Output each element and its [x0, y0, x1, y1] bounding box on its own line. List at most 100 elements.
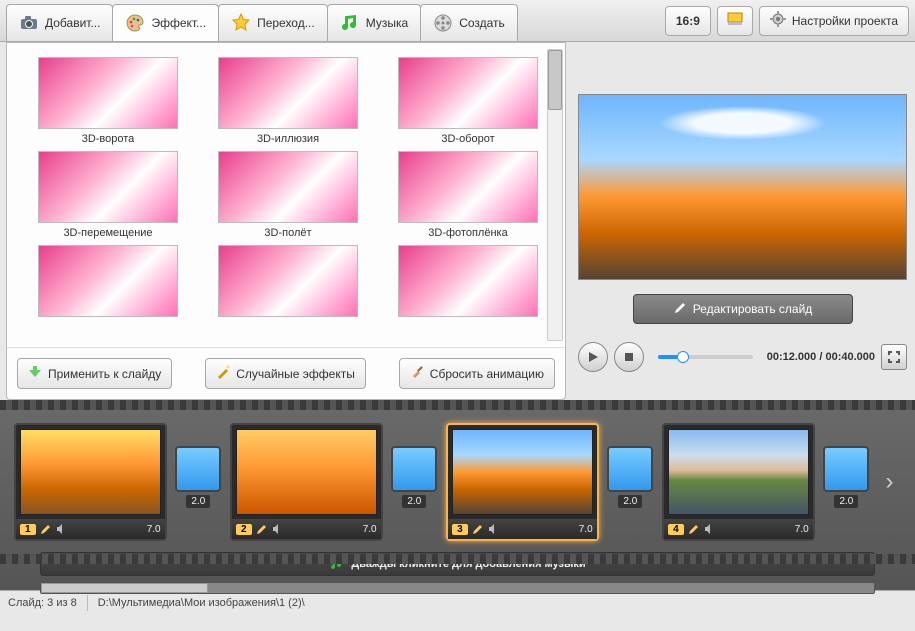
- reset-animation-button[interactable]: Сбросить анимацию: [399, 358, 555, 389]
- effect-item[interactable]: 3D-ворота: [33, 57, 183, 145]
- status-slide: Слайд: 3 из 8: [8, 597, 77, 609]
- effect-label: 3D-фотоплёнка: [428, 227, 507, 239]
- tab-label: Создать: [459, 16, 505, 30]
- preview-decor: [644, 103, 840, 143]
- transition[interactable]: 2.0: [605, 446, 656, 518]
- preview-image: [578, 94, 907, 280]
- wand-icon: [216, 365, 230, 382]
- transition[interactable]: 2.0: [389, 446, 440, 518]
- separator: [87, 595, 88, 611]
- effect-label: 3D-оборот: [441, 133, 494, 145]
- slide-number: 4: [668, 524, 684, 535]
- timeline: 17.02.027.02.037.02.047.02.0› Дважды кли…: [0, 400, 915, 590]
- time-slider[interactable]: [658, 355, 753, 359]
- pencil-icon: [256, 523, 268, 535]
- tab-label: Эффект...: [151, 16, 206, 30]
- random-effects-button[interactable]: Случайные эффекты: [205, 358, 366, 389]
- slider-handle[interactable]: [677, 351, 689, 363]
- effect-thumb: [218, 57, 358, 129]
- slide-number: 2: [236, 524, 252, 535]
- scrollbar-thumb[interactable]: [41, 583, 208, 593]
- fullscreen-button[interactable]: [881, 344, 907, 370]
- player-controls: 00:12.000 / 00:40.000: [578, 342, 907, 372]
- broom-icon: [410, 365, 424, 382]
- stop-button[interactable]: [614, 342, 644, 372]
- effects-buttons: Применить к слайду Случайные эффекты Сбр…: [7, 347, 565, 399]
- effect-item[interactable]: [393, 245, 543, 317]
- effect-item[interactable]: 3D-иллюзия: [213, 57, 363, 145]
- timeline-next-arrow[interactable]: ›: [878, 427, 901, 537]
- effect-label: 3D-иллюзия: [257, 133, 319, 145]
- transition-duration: 2.0: [834, 495, 858, 508]
- effect-item[interactable]: 3D-оборот: [393, 57, 543, 145]
- transition-duration: 2.0: [402, 495, 426, 508]
- timeline-scrollbar[interactable]: [40, 582, 875, 594]
- slide-duration: 7.0: [795, 524, 809, 535]
- gear-icon: [770, 11, 786, 30]
- palette-icon: [125, 13, 145, 33]
- transition-duration: 2.0: [186, 495, 210, 508]
- effect-thumb: [398, 57, 538, 129]
- timeline-slide[interactable]: 47.0: [662, 423, 815, 541]
- project-settings-button[interactable]: Настройки проекта: [759, 6, 909, 36]
- effects-grid: 3D-ворота 3D-иллюзия 3D-оборот 3D-переме…: [7, 43, 565, 347]
- display-mode-button[interactable]: [717, 6, 753, 36]
- tab-transitions[interactable]: Переход...: [218, 4, 328, 41]
- pencil-icon: [688, 523, 700, 535]
- right-toolbar: 16:9 Настройки проекта: [665, 4, 909, 41]
- slide-thumb: [236, 429, 377, 515]
- slide-duration: 7.0: [579, 524, 593, 535]
- sound-icon: [704, 523, 716, 535]
- pencil-icon: [472, 523, 484, 535]
- tab-label: Переход...: [257, 16, 315, 30]
- transition[interactable]: 2.0: [821, 446, 872, 518]
- tab-label: Музыка: [366, 16, 408, 30]
- slide-info-bar: 27.0: [232, 519, 381, 539]
- effects-panel: 3D-ворота 3D-иллюзия 3D-оборот 3D-переме…: [6, 42, 566, 400]
- reel-icon: [433, 13, 453, 33]
- effect-thumb: [38, 57, 178, 129]
- tab-add[interactable]: Добавит...: [6, 4, 113, 41]
- preview-panel: Редактировать слайд 00:12.000 / 00:40.00…: [570, 42, 915, 400]
- sound-icon: [488, 523, 500, 535]
- slide-number: 1: [20, 524, 36, 535]
- top-toolbar: Добавит... Эффект... Переход... Музыка С…: [0, 0, 915, 42]
- time-display: 00:12.000 / 00:40.000: [767, 351, 875, 363]
- effect-item[interactable]: 3D-фотоплёнка: [393, 151, 543, 239]
- slide-number: 3: [452, 524, 468, 535]
- edit-slide-button[interactable]: Редактировать слайд: [633, 294, 853, 324]
- pencil-icon: [673, 301, 687, 318]
- tab-create[interactable]: Создать: [420, 4, 518, 41]
- slide-duration: 7.0: [363, 524, 377, 535]
- effect-item[interactable]: [33, 245, 183, 317]
- sound-icon: [56, 523, 68, 535]
- effects-scrollbar[interactable]: [547, 49, 563, 341]
- effect-item[interactable]: [213, 245, 363, 317]
- status-path: D:\Мультимедиа\Мои изображения\1 (2)\: [98, 597, 305, 609]
- effect-thumb: [38, 151, 178, 223]
- effect-item[interactable]: 3D-перемещение: [33, 151, 183, 239]
- transition[interactable]: 2.0: [173, 446, 224, 518]
- effect-thumb: [218, 245, 358, 317]
- tab-music[interactable]: Музыка: [327, 4, 421, 41]
- effect-thumb: [398, 151, 538, 223]
- tab-effects[interactable]: Эффект...: [112, 4, 219, 41]
- slide-thumb: [20, 429, 161, 515]
- button-label: Сбросить анимацию: [430, 367, 544, 381]
- transition-thumb: [607, 446, 653, 492]
- transition-thumb: [391, 446, 437, 492]
- aspect-ratio-button[interactable]: 16:9: [665, 6, 711, 36]
- timeline-slide[interactable]: 37.0: [446, 423, 599, 541]
- timeline-slide[interactable]: 27.0: [230, 423, 383, 541]
- music-icon: [340, 13, 360, 33]
- apply-effect-button[interactable]: Применить к слайду: [17, 358, 172, 389]
- settings-label: Настройки проекта: [792, 14, 898, 28]
- transition-duration: 2.0: [618, 495, 642, 508]
- effect-item[interactable]: 3D-полёт: [213, 151, 363, 239]
- scrollbar-thumb[interactable]: [548, 50, 562, 110]
- play-button[interactable]: [578, 342, 608, 372]
- effect-label: 3D-перемещение: [63, 227, 152, 239]
- effect-thumb: [398, 245, 538, 317]
- slide-info-bar: 17.0: [16, 519, 165, 539]
- timeline-slide[interactable]: 17.0: [14, 423, 167, 541]
